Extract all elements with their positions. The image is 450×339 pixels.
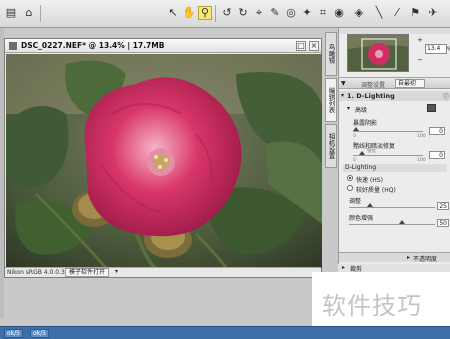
- d-lighting-subheader: D-Lighting: [343, 164, 447, 172]
- zoom-icon[interactable]: ⚲: [198, 6, 212, 20]
- highlight-slider-track[interactable]: [353, 155, 423, 156]
- radio-quality[interactable]: [347, 185, 353, 191]
- brush-icon[interactable]: ⁄: [390, 6, 404, 20]
- shadow-slider-track[interactable]: [353, 131, 423, 132]
- selection-arrow-icon[interactable]: ↖: [166, 6, 180, 20]
- taskbar-item[interactable]: ok/5: [4, 329, 23, 338]
- adjust-settings-label: 调整设置: [361, 82, 386, 89]
- line-icon[interactable]: ╲: [372, 6, 386, 20]
- photo-canvas[interactable]: [6, 54, 322, 268]
- shadow-min-label: 0: [353, 134, 356, 139]
- thumbnail-image: [348, 35, 408, 71]
- tab-camera-settings[interactable]: 相机设置: [325, 124, 337, 168]
- help-icon[interactable]: ⓘ: [443, 92, 449, 101]
- highlight-slider-knob[interactable]: [359, 151, 365, 155]
- watermark-text: 软件技巧: [322, 292, 422, 320]
- color-boost-slider-knob[interactable]: [399, 220, 405, 224]
- collapse-arrow-icon[interactable]: ▾: [347, 105, 350, 112]
- share-icon[interactable]: ✈: [426, 6, 440, 20]
- opacity-row[interactable]: 不透明度 ▸: [339, 252, 450, 263]
- zoom-out-icon[interactable]: −: [416, 56, 424, 64]
- highlight-value-field[interactable]: 0: [429, 151, 445, 159]
- rotate-right-icon[interactable]: ↻: [236, 6, 250, 20]
- color-boost-label: 颜色增强: [349, 215, 374, 222]
- adjust-label: 调整: [349, 198, 362, 205]
- document-status-bar: Nikon sRGB 4.0.0.3002 模子软件打开 ▾: [5, 267, 321, 277]
- tag-icon[interactable]: ◈: [352, 6, 366, 20]
- highlight-tag: 锐化: [367, 149, 376, 154]
- opacity-label: 不透明度: [413, 256, 438, 263]
- collapse-arrow-icon[interactable]: ▼: [341, 80, 346, 87]
- radio-fast-label: 快速 (HS): [356, 177, 383, 184]
- chevron-right-icon[interactable]: ▸: [342, 264, 345, 271]
- retouch-icon[interactable]: ✦: [300, 6, 314, 20]
- open-mode-dropdown[interactable]: 模子软件打开: [65, 268, 110, 277]
- navigator-thumbnail[interactable]: [347, 34, 409, 72]
- taskbar-item[interactable]: ok/5: [30, 329, 49, 338]
- zoom-value: 13.4: [427, 45, 441, 52]
- tab-edit-list[interactable]: 编辑列表: [325, 78, 337, 122]
- document-title: DSC_0227.NEF* @ 13.4% | 17.7MB: [21, 41, 165, 50]
- document-title-bar[interactable]: DSC_0227.NEF* @ 13.4% | 17.7MB □ ×: [5, 39, 321, 53]
- red-eye-icon[interactable]: ◎: [284, 6, 298, 20]
- shadow-max-label: 100: [417, 134, 426, 139]
- hibiscus-photo: [6, 54, 322, 268]
- adjust-value-field[interactable]: 25: [437, 202, 449, 210]
- watermark-area: 软件技巧: [312, 272, 450, 326]
- highlight-max-label: 100: [417, 158, 426, 163]
- shadow-slider-knob[interactable]: [353, 127, 359, 131]
- zoom-level-field[interactable]: 13.4: [425, 44, 447, 54]
- adjust-source-select[interactable]: 自最初: [395, 79, 425, 88]
- preset-color-swatch[interactable]: [427, 104, 436, 112]
- chevron-down-icon[interactable]: ▸: [407, 254, 410, 261]
- d-lighting-step-header[interactable]: ▾ 1. D-Lighting ⓘ: [339, 91, 450, 101]
- crop-icon[interactable]: ⌗: [316, 6, 330, 20]
- rotate-left-icon[interactable]: ↺: [220, 6, 234, 20]
- browser-icon[interactable]: ▤: [4, 6, 18, 20]
- adjustment-header: ▼ 调整设置 自最初: [339, 77, 450, 89]
- color-picker-icon[interactable]: ✎: [268, 6, 282, 20]
- maximize-button[interactable]: □: [296, 41, 306, 51]
- adjust-slider-knob[interactable]: [367, 203, 373, 207]
- os-taskbar: ok/5 ok/5: [0, 326, 450, 339]
- highlight-min-label: 0: [353, 158, 356, 163]
- open-icon[interactable]: ⌂: [22, 6, 36, 20]
- main-toolbar: ▤ ⌂ ↖ ✋ ⚲ ↺ ↻ ⌖ ✎ ◎ ✦ ⌗ ◉ ◈ ╲ ⁄ ⚑ ✈: [0, 0, 450, 28]
- vertical-tabs: 鸟瞰镜 编辑列表 相机设置: [325, 28, 337, 268]
- d-lighting-step-title: 1. D-Lighting: [347, 92, 395, 100]
- flag-icon[interactable]: ⚑: [408, 6, 422, 20]
- close-button[interactable]: ×: [309, 41, 319, 51]
- image-document-window: DSC_0227.NEF* @ 13.4% | 17.7MB □ × Nikon…: [4, 38, 322, 278]
- radio-fast[interactable]: [347, 175, 353, 181]
- radio-quality-label: 较好质量 (HQ): [356, 187, 396, 194]
- document-icon: [9, 42, 17, 50]
- shadow-label: 暴露阴影: [353, 120, 378, 127]
- enhance-label: 高级: [355, 107, 368, 114]
- hand-icon[interactable]: ✋: [182, 6, 196, 20]
- crop-row[interactable]: ▸ 裁剪: [338, 264, 450, 273]
- collapse-arrow-icon[interactable]: ▾: [341, 92, 344, 99]
- control-point-icon[interactable]: ◉: [332, 6, 346, 20]
- shadow-value-field[interactable]: 0: [429, 127, 445, 135]
- straighten-icon[interactable]: ⌖: [252, 6, 266, 20]
- color-boost-slider-track[interactable]: [349, 224, 435, 225]
- zoom-in-icon[interactable]: +: [416, 36, 424, 44]
- chevron-down-icon[interactable]: ▾: [115, 268, 118, 275]
- adjust-slider-track[interactable]: [349, 207, 435, 208]
- tab-birdseye[interactable]: 鸟瞰镜: [325, 32, 337, 76]
- color-boost-value-field[interactable]: 50: [437, 219, 449, 227]
- right-panel: + − 13.4 % ▼ 调整设置 自最初 ▾ 1. D-Lighting ⓘ …: [338, 28, 450, 268]
